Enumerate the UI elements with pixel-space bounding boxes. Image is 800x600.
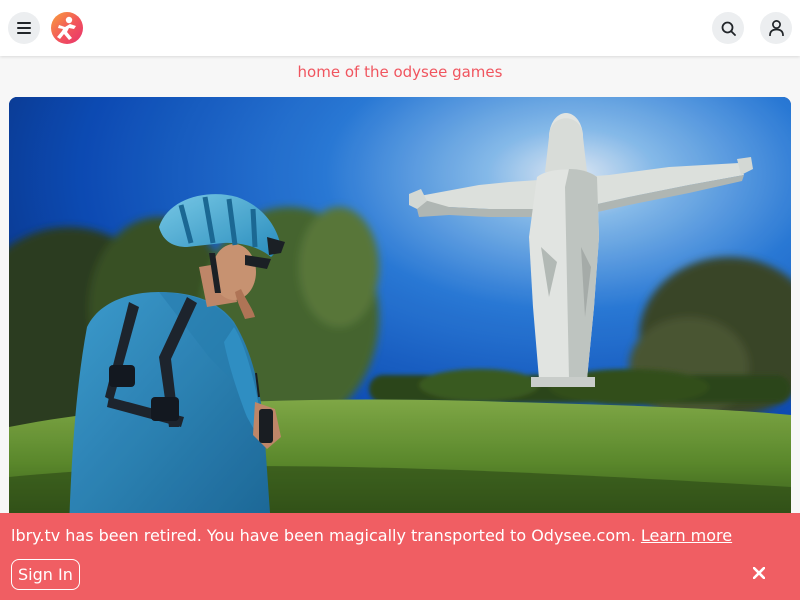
close-banner-button[interactable]: [748, 562, 770, 584]
page-tagline: home of the odysee games: [297, 63, 503, 81]
banner-message-text: lbry.tv has been retired. You have been …: [11, 526, 636, 545]
top-header: [0, 0, 800, 56]
learn-more-link[interactable]: Learn more: [641, 526, 732, 545]
odysee-logo-icon: [51, 12, 83, 44]
hero-image: [9, 97, 791, 527]
hamburger-menu-icon: [17, 22, 31, 34]
odysee-logo[interactable]: [50, 11, 84, 45]
menu-button[interactable]: [8, 12, 40, 44]
close-icon: [753, 567, 765, 579]
banner-message: lbry.tv has been retired. You have been …: [11, 526, 732, 546]
user-account-button[interactable]: [760, 12, 792, 44]
featured-video-thumbnail[interactable]: [9, 97, 791, 527]
user-icon: [768, 20, 784, 36]
search-button[interactable]: [712, 12, 744, 44]
retirement-notice-banner: lbry.tv has been retired. You have been …: [0, 513, 800, 600]
sign-in-button[interactable]: Sign In: [11, 559, 80, 590]
search-icon: [721, 21, 736, 36]
